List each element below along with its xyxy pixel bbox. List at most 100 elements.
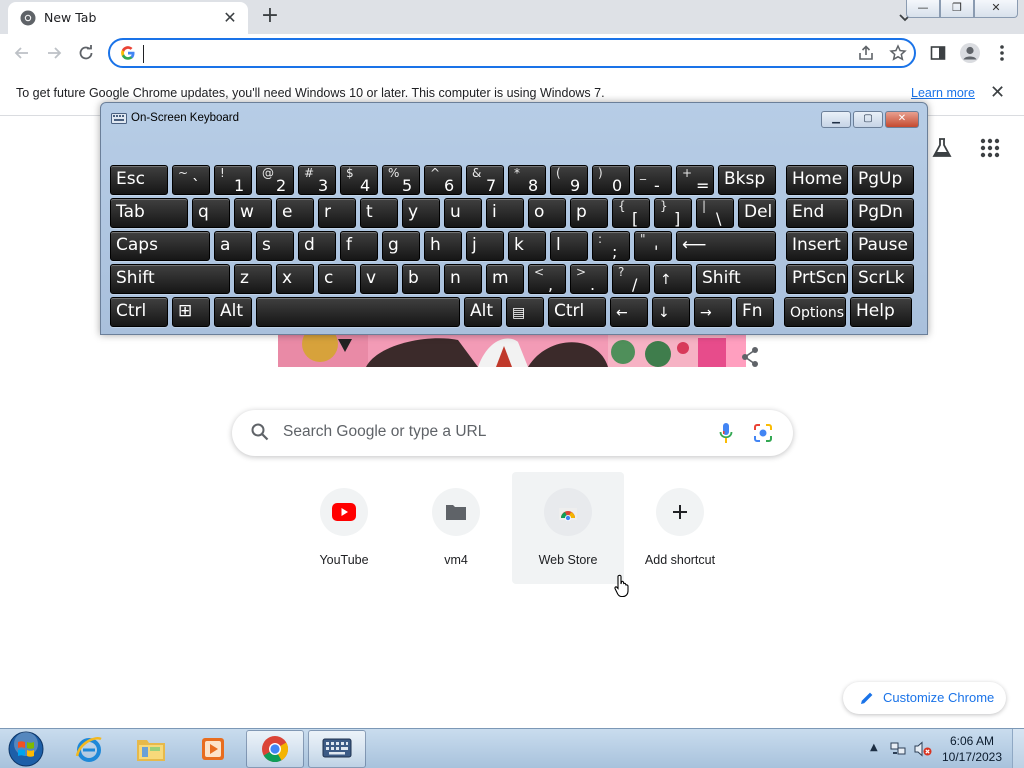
osk-key[interactable]: t	[360, 198, 398, 228]
forward-button[interactable]	[42, 41, 66, 65]
share-button[interactable]	[854, 41, 878, 65]
taskbar-on-screen-keyboard[interactable]	[308, 730, 366, 768]
osk-key[interactable]: v	[360, 264, 398, 294]
osk-key[interactable]: Caps	[110, 231, 210, 261]
customize-chrome-button[interactable]: Customize Chrome	[843, 682, 1006, 714]
osk-key[interactable]: ScrLk	[852, 264, 914, 294]
osk-key[interactable]: Bksp	[718, 165, 776, 195]
window-restore-button[interactable]: ❐	[940, 0, 974, 18]
osk-key[interactable]: >.	[570, 264, 608, 294]
window-minimize-button[interactable]: —	[906, 0, 940, 18]
google-doodle[interactable]	[278, 334, 746, 367]
osk-key[interactable]: ~ `	[172, 165, 210, 195]
omnibox[interactable]	[108, 38, 916, 68]
osk-key[interactable]: Fn	[736, 297, 774, 327]
osk-key[interactable]: w	[234, 198, 272, 228]
bookmark-button[interactable]	[886, 41, 910, 65]
osk-key[interactable]: b	[402, 264, 440, 294]
osk-key[interactable]: Pause	[852, 231, 914, 261]
ntp-search-box[interactable]: Search Google or type a URL	[232, 410, 793, 456]
osk-key[interactable]: Del	[738, 198, 776, 228]
osk-key[interactable]: i	[486, 198, 524, 228]
osk-key[interactable]: ▤	[506, 297, 544, 327]
osk-key[interactable]: #3	[298, 165, 336, 195]
osk-key[interactable]: j	[466, 231, 504, 261]
osk-key[interactable]: :;	[592, 231, 630, 261]
network-icon[interactable]	[890, 741, 906, 757]
voice-search-mic-icon[interactable]	[718, 422, 734, 444]
osk-key[interactable]: Insert	[786, 231, 848, 261]
side-panel-button[interactable]	[926, 41, 950, 65]
osk-key[interactable]: + =	[676, 165, 714, 195]
osk-key[interactable]: q	[192, 198, 230, 228]
profile-button[interactable]	[958, 41, 982, 65]
osk-key[interactable]: * 8	[508, 165, 546, 195]
osk-key[interactable]: ↑	[654, 264, 692, 294]
osk-key[interactable]: {[	[612, 198, 650, 228]
osk-key[interactable]: r	[318, 198, 356, 228]
osk-key[interactable]: Tab	[110, 198, 188, 228]
osk-key[interactable]: z	[234, 264, 272, 294]
osk-key[interactable]: e	[276, 198, 314, 228]
osk-key[interactable]: →	[694, 297, 732, 327]
osk-key[interactable]: <,	[528, 264, 566, 294]
osk-key[interactable]: m	[486, 264, 524, 294]
osk-key[interactable]: _ -	[634, 165, 672, 195]
osk-key[interactable]: u	[444, 198, 482, 228]
google-lens-camera-icon[interactable]	[752, 422, 774, 444]
osk-key[interactable]: PgUp	[852, 165, 914, 195]
osk-key[interactable]: Ctrl	[548, 297, 606, 327]
osk-key[interactable]: ^ 6	[424, 165, 462, 195]
osk-key[interactable]: }]	[654, 198, 692, 228]
osk-key[interactable]: Shift	[696, 264, 776, 294]
infobar-close-button[interactable]: ✕	[990, 82, 1005, 103]
osk-key[interactable]: f	[340, 231, 378, 261]
taskbar-google-chrome[interactable]	[246, 730, 304, 768]
osk-key[interactable]: PgDn	[852, 198, 914, 228]
osk-key[interactable]: Ctrl	[110, 297, 168, 327]
osk-key[interactable]: ! 1	[214, 165, 252, 195]
osk-key[interactable]: ↓	[652, 297, 690, 327]
learn-more-link[interactable]: Learn more	[911, 86, 975, 100]
osk-key[interactable]: h	[424, 231, 462, 261]
window-close-button[interactable]: ✕	[974, 0, 1018, 18]
osk-key[interactable]: PrtScn	[786, 264, 848, 294]
osk-key[interactable]: y	[402, 198, 440, 228]
osk-key[interactable]: n	[444, 264, 482, 294]
osk-key[interactable]: End	[786, 198, 848, 228]
osk-key[interactable]: g	[382, 231, 420, 261]
show-hidden-icons-button[interactable]: ▲	[870, 742, 878, 753]
osk-key[interactable]: s	[256, 231, 294, 261]
osk-key[interactable]: ? /	[612, 264, 650, 294]
taskbar-internet-explorer[interactable]	[60, 730, 118, 768]
osk-key[interactable]: | \	[696, 198, 734, 228]
osk-key[interactable]: " '	[634, 231, 672, 261]
osk-key[interactable]: & 7	[466, 165, 504, 195]
osk-key[interactable]: a	[214, 231, 252, 261]
show-desktop-button[interactable]	[1012, 729, 1024, 768]
back-button[interactable]	[10, 41, 34, 65]
osk-key[interactable]: $4	[340, 165, 378, 195]
osk-key[interactable]: ) 0	[592, 165, 630, 195]
osk-key[interactable]: Home	[786, 165, 848, 195]
osk-key[interactable]: ←	[610, 297, 648, 327]
osk-key[interactable]: Alt	[464, 297, 502, 327]
search-placeholder[interactable]: Search Google or type a URL	[283, 423, 486, 441]
osk-key[interactable]: Esc	[110, 165, 168, 195]
shortcut-vm4[interactable]: vm4	[400, 472, 512, 584]
osk-key[interactable]: o	[528, 198, 566, 228]
chrome-labs-flask-icon[interactable]	[930, 136, 954, 160]
new-tab-button[interactable]: +	[257, 4, 283, 30]
osk-key[interactable]: @2	[256, 165, 294, 195]
add-shortcut-button[interactable]: Add shortcut	[624, 472, 736, 584]
osk-key[interactable]: k	[508, 231, 546, 261]
osk-key[interactable]: ⊞	[172, 297, 210, 327]
menu-button[interactable]	[990, 41, 1014, 65]
osk-key[interactable]: Alt	[214, 297, 252, 327]
tab-close-button[interactable]: ✕	[220, 8, 240, 28]
osk-key[interactable]: c	[318, 264, 356, 294]
reload-button[interactable]	[74, 41, 98, 65]
clock-date[interactable]: 10/17/2023	[938, 750, 1006, 764]
osk-key[interactable]: Shift	[110, 264, 230, 294]
osk-key[interactable]: d	[298, 231, 336, 261]
